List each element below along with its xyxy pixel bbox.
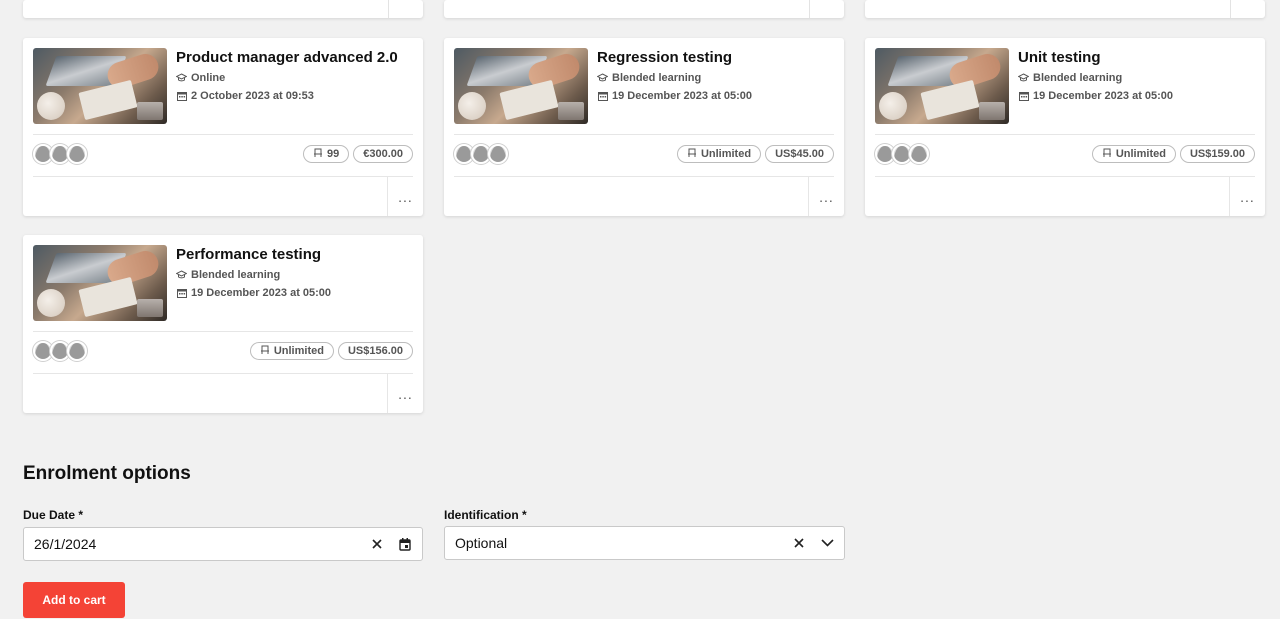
enrolled-avatars bbox=[33, 144, 87, 164]
course-thumbnail bbox=[33, 48, 167, 124]
delivery-label: Blended learning bbox=[612, 72, 702, 84]
graduation-cap-icon bbox=[176, 270, 187, 280]
price-badge: €300.00 bbox=[353, 145, 413, 163]
due-date-label: Due Date * bbox=[23, 508, 84, 522]
more-options-button[interactable]: ... bbox=[808, 177, 844, 216]
graduation-cap-icon bbox=[597, 73, 608, 83]
chevron-down-icon[interactable] bbox=[820, 536, 834, 550]
course-badges: Unlimited US$156.00 bbox=[249, 342, 413, 360]
delivery-label: Blended learning bbox=[1033, 72, 1123, 84]
course-date: 19 December 2023 at 05:00 bbox=[597, 90, 752, 102]
seat-icon bbox=[313, 148, 323, 161]
seats-badge: Unlimited bbox=[1091, 145, 1176, 163]
divider bbox=[454, 134, 834, 135]
avatar bbox=[909, 144, 929, 164]
course-title[interactable]: Regression testing bbox=[597, 49, 732, 66]
divider bbox=[33, 331, 413, 332]
seats-value: Unlimited bbox=[273, 345, 324, 357]
course-card[interactable]: Unit testing Blended learning 19 Decembe… bbox=[865, 38, 1265, 216]
price-badge: US$156.00 bbox=[337, 342, 413, 360]
due-date-field[interactable] bbox=[23, 527, 423, 561]
course-delivery: Blended learning bbox=[597, 72, 701, 84]
course-date: 19 December 2023 at 05:00 bbox=[1018, 90, 1173, 102]
enrolled-avatars bbox=[875, 144, 929, 164]
enrolment-options-title: Enrolment options bbox=[23, 463, 191, 484]
course-date: 2 October 2023 at 09:53 bbox=[176, 90, 314, 102]
course-card-partial bbox=[865, 0, 1265, 18]
course-card-partial bbox=[444, 0, 844, 18]
price-badge: US$45.00 bbox=[765, 145, 834, 163]
seats-badge: Unlimited bbox=[676, 145, 762, 163]
divider bbox=[875, 176, 1255, 177]
more-options-button[interactable]: ... bbox=[1229, 177, 1265, 216]
course-card[interactable]: Performance testing Blended learning 19 … bbox=[23, 235, 423, 413]
more-options-button[interactable]: ... bbox=[387, 177, 423, 216]
seats-badge: 99 bbox=[302, 145, 350, 163]
identification-label: Identification * bbox=[444, 508, 527, 522]
more-horizontal-icon: ... bbox=[398, 188, 413, 205]
date-label: 19 December 2023 at 05:00 bbox=[612, 90, 753, 102]
seats-value: Unlimited bbox=[700, 148, 752, 160]
course-title[interactable]: Product manager advanced 2.0 bbox=[176, 49, 398, 66]
graduation-cap-icon bbox=[1018, 73, 1029, 83]
seats-value: 99 bbox=[326, 148, 340, 160]
seat-icon bbox=[1102, 148, 1112, 161]
avatar bbox=[488, 144, 508, 164]
course-delivery: Blended learning bbox=[1018, 72, 1122, 84]
add-to-cart-button[interactable]: Add to cart bbox=[23, 582, 125, 618]
date-label: 19 December 2023 at 05:00 bbox=[1033, 90, 1174, 102]
clear-icon[interactable] bbox=[370, 537, 384, 551]
course-title[interactable]: Performance testing bbox=[176, 246, 321, 263]
course-card[interactable]: Product manager advanced 2.0 Online 2 Oc… bbox=[23, 38, 423, 216]
divider bbox=[33, 176, 413, 177]
delivery-label: Online bbox=[191, 72, 226, 84]
course-thumbnail bbox=[875, 48, 1009, 124]
course-card[interactable]: Regression testing Blended learning 19 D… bbox=[444, 38, 844, 216]
course-delivery: Online bbox=[176, 72, 225, 84]
course-badges: Unlimited US$159.00 bbox=[1091, 145, 1255, 163]
due-date-input[interactable] bbox=[34, 536, 370, 552]
course-thumbnail bbox=[454, 48, 588, 124]
course-title[interactable]: Unit testing bbox=[1018, 49, 1101, 66]
delivery-label: Blended learning bbox=[191, 269, 281, 281]
date-label: 2 October 2023 at 09:53 bbox=[191, 90, 314, 102]
divider bbox=[388, 0, 389, 18]
divider bbox=[875, 134, 1255, 135]
seat-icon bbox=[687, 148, 697, 161]
graduation-cap-icon bbox=[176, 73, 187, 83]
more-horizontal-icon: ... bbox=[1240, 188, 1255, 205]
seats-badge: Unlimited bbox=[249, 342, 334, 360]
course-delivery: Blended learning bbox=[176, 269, 280, 281]
identification-value: Optional bbox=[455, 535, 508, 551]
divider bbox=[1230, 0, 1231, 18]
identification-select[interactable]: Optional bbox=[444, 526, 845, 560]
price-badge: US$159.00 bbox=[1179, 145, 1255, 163]
calendar-icon bbox=[597, 91, 608, 101]
enrolled-avatars bbox=[454, 144, 508, 164]
enrolled-avatars bbox=[33, 341, 87, 361]
date-label: 19 December 2023 at 05:00 bbox=[191, 287, 332, 299]
course-card-partial bbox=[23, 0, 423, 18]
calendar-icon bbox=[1018, 91, 1029, 101]
more-horizontal-icon: ... bbox=[398, 385, 413, 402]
seats-value: Unlimited bbox=[1115, 148, 1166, 160]
course-badges: Unlimited US$45.00 bbox=[676, 145, 834, 163]
more-horizontal-icon: ... bbox=[819, 188, 834, 205]
clear-icon[interactable] bbox=[792, 536, 806, 550]
course-date: 19 December 2023 at 05:00 bbox=[176, 287, 331, 299]
divider bbox=[33, 373, 413, 374]
course-badges: 99 €300.00 bbox=[302, 145, 413, 163]
calendar-icon bbox=[176, 91, 187, 101]
avatar bbox=[67, 341, 87, 361]
calendar-icon bbox=[176, 288, 187, 298]
avatar bbox=[67, 144, 87, 164]
course-thumbnail bbox=[33, 245, 167, 321]
more-options-button[interactable]: ... bbox=[387, 374, 423, 413]
divider bbox=[809, 0, 810, 18]
divider bbox=[454, 176, 834, 177]
divider bbox=[33, 134, 413, 135]
calendar-icon[interactable] bbox=[398, 537, 412, 551]
seat-icon bbox=[260, 345, 270, 358]
